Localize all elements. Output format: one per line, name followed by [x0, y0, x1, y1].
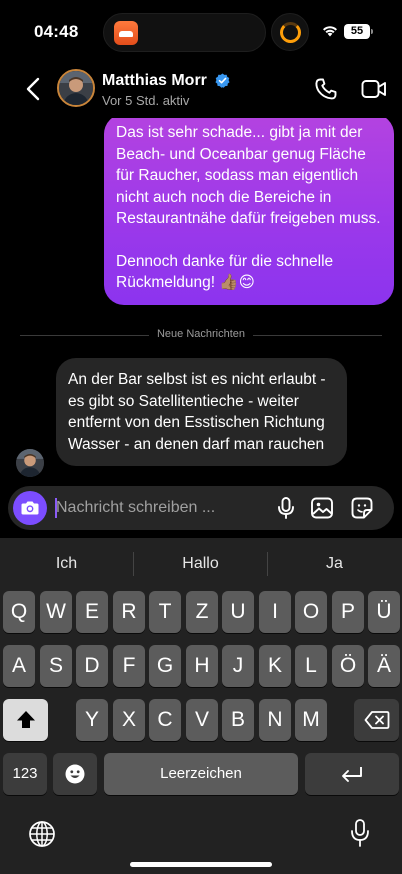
key[interactable]: I [259, 591, 291, 633]
delete-key[interactable] [354, 699, 399, 741]
message-composer [8, 486, 394, 530]
return-key[interactable] [305, 753, 399, 795]
wifi-icon [323, 26, 337, 37]
key[interactable]: H [186, 645, 218, 687]
contact-avatar[interactable] [57, 69, 95, 107]
phone-icon[interactable] [314, 77, 338, 101]
key[interactable]: N [259, 699, 291, 741]
key[interactable]: V [186, 699, 218, 741]
key[interactable]: R [113, 591, 145, 633]
emoji-icon [65, 764, 85, 784]
image-icon[interactable] [310, 496, 334, 520]
key[interactable]: C [149, 699, 181, 741]
numbers-key[interactable]: 123 [3, 753, 47, 795]
key[interactable]: S [40, 645, 72, 687]
chevron-left-icon[interactable] [22, 76, 46, 102]
return-icon [342, 767, 362, 782]
key[interactable]: B [222, 699, 254, 741]
key[interactable]: P [332, 591, 364, 633]
key[interactable]: J [222, 645, 254, 687]
dictation-microphone-icon[interactable] [348, 818, 372, 848]
shift-key[interactable] [3, 699, 48, 741]
key[interactable]: M [295, 699, 327, 741]
outgoing-message-bubble[interactable]: Das ist sehr schade... gibt ja mit der B… [104, 118, 394, 305]
battery-indicator: 55 [344, 24, 373, 39]
suggestion-item[interactable]: Ich [0, 546, 133, 582]
dynamic-island [103, 13, 266, 52]
new-messages-divider: Neue Nachrichten [20, 328, 382, 342]
sticker-icon[interactable] [350, 496, 374, 520]
microphone-icon[interactable] [274, 496, 298, 520]
key[interactable]: Q [3, 591, 35, 633]
key[interactable]: O [295, 591, 327, 633]
suggestion-item[interactable]: Ja [268, 546, 401, 582]
home-indicator [130, 862, 272, 867]
key[interactable]: L [295, 645, 327, 687]
suggestion-item[interactable]: Hallo [134, 546, 267, 582]
key[interactable]: Ä [368, 645, 400, 687]
message-input[interactable] [56, 492, 266, 524]
timer-ring-icon [271, 13, 309, 51]
camera-icon [21, 501, 39, 515]
emoji-key[interactable] [53, 753, 97, 795]
camera-button[interactable] [13, 491, 47, 525]
key[interactable]: W [40, 591, 72, 633]
sender-avatar[interactable] [16, 449, 44, 477]
chat-header: Matthias Morr Vor 5 Std. aktiv [0, 64, 402, 118]
video-camera-icon[interactable] [361, 77, 387, 101]
key[interactable]: U [222, 591, 254, 633]
live-activity-app-icon [114, 21, 138, 45]
key[interactable]: F [113, 645, 145, 687]
backspace-icon [364, 711, 389, 729]
contact-activity-status: Vor 5 Std. aktiv [102, 93, 190, 108]
incoming-message-bubble[interactable]: An der Bar selbst ist es nicht erlaubt -… [56, 358, 347, 466]
shift-icon [16, 711, 35, 728]
keyboard: Ich Hallo Ja Q W E R T Z U I O P Ü A S D… [0, 538, 402, 874]
key[interactable]: E [76, 591, 108, 633]
contact-name[interactable]: Matthias Morr [102, 72, 207, 90]
key[interactable]: A [3, 645, 35, 687]
key[interactable]: X [113, 699, 145, 741]
status-time: 04:48 [34, 22, 79, 41]
key[interactable]: D [76, 645, 108, 687]
space-key[interactable]: Leerzeichen [104, 753, 298, 795]
key[interactable]: Z [186, 591, 218, 633]
key[interactable]: Y [76, 699, 108, 741]
key[interactable]: T [149, 591, 181, 633]
verified-badge-icon [215, 73, 230, 88]
new-messages-label: Neue Nachrichten [148, 328, 254, 340]
key[interactable]: G [149, 645, 181, 687]
outgoing-message-paragraph: Das ist sehr schade... gibt ja mit der B… [116, 124, 381, 227]
key[interactable]: K [259, 645, 291, 687]
key[interactable]: Ö [332, 645, 364, 687]
key[interactable]: Ü [368, 591, 400, 633]
outgoing-message-paragraph: Dennoch danke für die schnelle Rückmeldu… [116, 252, 334, 292]
status-bar: 04:48 55 [0, 0, 402, 64]
incoming-message-text: An der Bar selbst ist es nicht erlaubt -… [68, 371, 326, 453]
globe-icon[interactable] [28, 820, 56, 848]
message-thread[interactable]: Das ist sehr schade... gibt ja mit der B… [0, 118, 402, 486]
